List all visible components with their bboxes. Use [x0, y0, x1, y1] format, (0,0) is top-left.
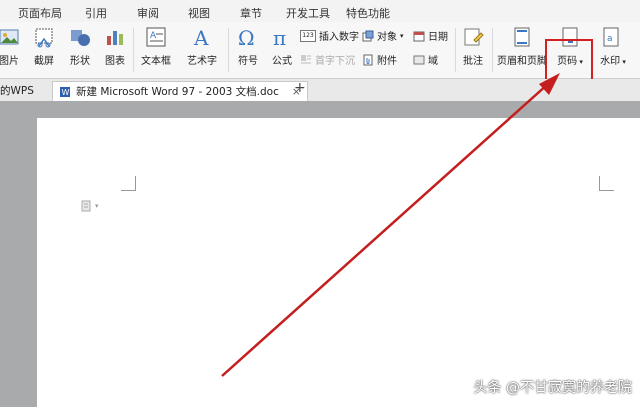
tab-label: 新建 Microsoft Word 97 - 2003 文档.doc — [76, 86, 279, 98]
omega-icon: Ω — [238, 26, 255, 48]
watermark-label: 水印 ▾ — [600, 56, 626, 67]
header-footer-label: 页眉和页脚 — [497, 56, 547, 67]
svg-text:Ω: Ω — [238, 26, 255, 48]
chart-icon — [107, 31, 123, 45]
header-footer-button[interactable]: 页眉和页脚 — [497, 22, 547, 76]
ribbon-toolbar: 图片 截屏 形状 图表 A 文本框 A 艺术字 Ω 符号 π 公式 123 插入… — [0, 22, 640, 92]
chart-button[interactable]: 图表 — [100, 22, 130, 76]
svg-text:W: W — [62, 88, 70, 97]
object-button[interactable]: 对象 ▾ — [362, 28, 404, 43]
insert-number-label: 插入数字 — [319, 32, 359, 43]
field-icon — [413, 55, 425, 64]
document-page[interactable]: ▾ — [37, 118, 640, 407]
insert-number-button[interactable]: 123 插入数字 — [300, 28, 359, 43]
field-label: 域 — [428, 56, 438, 67]
menu-bar: 页面布局 引用 审阅 视图 章节 开发工具 特色功能 — [0, 0, 640, 23]
object-label: 对象 — [377, 32, 397, 43]
picture-button[interactable]: 图片 — [0, 22, 26, 76]
paragraph-options[interactable]: ▾ — [81, 200, 99, 212]
comment-icon — [464, 28, 484, 46]
drop-cap-button: 首字下沉 — [300, 52, 355, 67]
svg-text:A: A — [150, 31, 157, 41]
date-button[interactable]: 日期 — [413, 28, 448, 43]
insert-number-icon: 123 — [300, 29, 316, 42]
watermark-icon: a — [603, 27, 619, 47]
menu-developer[interactable]: 开发工具 — [286, 5, 330, 21]
margin-corner-top-left — [121, 176, 136, 191]
shapes-button[interactable]: 形状 — [64, 22, 96, 76]
word-doc-icon: W — [60, 86, 70, 97]
wordart-icon: A — [193, 26, 209, 48]
attachment-button[interactable]: 附件 — [362, 52, 397, 67]
formula-label: 公式 — [272, 56, 292, 67]
date-label: 日期 — [428, 32, 448, 43]
picture-icon — [0, 29, 19, 45]
date-icon — [413, 31, 425, 41]
wordart-button[interactable]: A 艺术字 — [180, 22, 224, 76]
tab-label: 的WPS — [0, 85, 34, 97]
watermark-button[interactable]: a 水印 ▾ — [593, 22, 633, 76]
wordart-label: 艺术字 — [187, 56, 217, 67]
screenshot-label: 截屏 — [34, 56, 54, 67]
symbol-button[interactable]: Ω 符号 — [231, 22, 265, 76]
chevron-down-icon: ▾ — [400, 31, 404, 40]
attachment-label: 附件 — [377, 56, 397, 67]
document-tab-bar: 的WPS × W 新建 Microsoft Word 97 - 2003 文档.… — [0, 79, 640, 102]
field-button[interactable]: 域 — [413, 52, 438, 67]
chevron-down-icon: ▾ — [95, 202, 99, 210]
formula-button[interactable]: π 公式 — [266, 22, 298, 76]
drop-cap-label: 首字下沉 — [315, 56, 355, 67]
object-icon — [362, 30, 374, 41]
svg-text:π: π — [273, 26, 286, 48]
picture-label: 图片 — [0, 56, 19, 67]
menu-page-layout[interactable]: 页面布局 — [18, 5, 62, 21]
comment-button[interactable]: 批注 — [458, 22, 488, 76]
new-tab-button[interactable]: + — [294, 80, 306, 96]
screenshot-button[interactable]: 截屏 — [28, 22, 60, 76]
toolbar-separator — [228, 28, 229, 72]
toolbar-separator — [133, 28, 134, 72]
textbox-label: 文本框 — [141, 56, 171, 67]
comment-label: 批注 — [463, 56, 483, 67]
svg-text:A: A — [193, 26, 209, 48]
drop-cap-icon — [301, 54, 311, 63]
textbox-button[interactable]: A 文本框 — [136, 22, 176, 76]
menu-view[interactable]: 视图 — [188, 5, 210, 21]
screenshot-icon — [35, 28, 53, 48]
watermark-text: 头条 @不甘寂寞的养老院 — [473, 380, 632, 396]
textbox-icon: A — [146, 27, 166, 47]
pi-icon: π — [273, 26, 286, 48]
attachment-icon — [363, 54, 373, 65]
shapes-label: 形状 — [70, 56, 90, 67]
chart-label: 图表 — [105, 56, 125, 67]
toolbar-separator — [492, 28, 493, 72]
tab-document[interactable]: W 新建 Microsoft Word 97 - 2003 文档.doc × — [52, 81, 308, 101]
chevron-down-icon: ▾ — [620, 58, 626, 66]
menu-review[interactable]: 审阅 — [137, 5, 159, 21]
toolbar-separator — [455, 28, 456, 72]
header-footer-icon — [514, 27, 530, 47]
menu-section[interactable]: 章节 — [240, 5, 262, 21]
menu-references[interactable]: 引用 — [85, 5, 107, 21]
svg-text:a: a — [607, 34, 613, 44]
margin-corner-top-right — [599, 176, 614, 191]
document-icon — [81, 200, 91, 212]
symbol-label: 符号 — [238, 56, 258, 67]
menu-features[interactable]: 特色功能 — [346, 5, 390, 21]
shapes-icon — [71, 30, 90, 46]
